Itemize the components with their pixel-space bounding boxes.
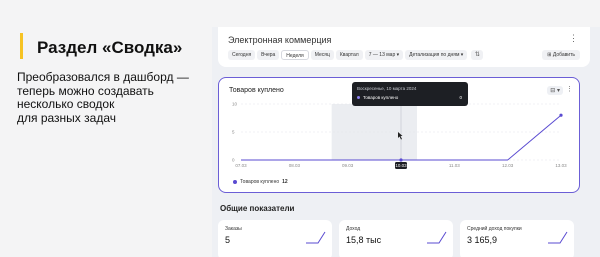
- period-week[interactable]: Неделя: [281, 50, 309, 60]
- period-today[interactable]: Сегодня: [228, 50, 256, 60]
- x-tick-label: 13.03: [555, 163, 567, 168]
- kpi-value: 3 165,9: [467, 235, 498, 245]
- dashboard-header-card: Электронная коммерция ⋮ Сегодня Вчера Не…: [218, 27, 590, 67]
- dashboard-title: Электронная коммерция: [228, 35, 332, 45]
- x-tick-label: 09.03: [342, 163, 354, 168]
- description-line: несколько сводок: [17, 97, 115, 112]
- chart-kebab-icon[interactable]: ⋮: [566, 85, 573, 93]
- chart-tooltip: Воскресенье, 10 марта 2024 Товаров купле…: [352, 82, 468, 106]
- filter-settings-icon[interactable]: ⇅: [471, 50, 484, 60]
- period-yesterday[interactable]: Вчера: [257, 50, 280, 60]
- add-button[interactable]: ⊞ Добавить: [542, 50, 580, 60]
- kpi-value: 5: [225, 235, 231, 245]
- tooltip-date: Воскресенье, 10 марта 2024: [357, 86, 417, 91]
- x-tick-label: 12.03: [502, 163, 514, 168]
- kebab-icon[interactable]: ⋮: [569, 33, 578, 44]
- dashboard-screenshot: Электронная коммерция ⋮ Сегодня Вчера Не…: [212, 27, 600, 257]
- slide-description: Преобразовался в дашборд — теперь можно …: [17, 70, 197, 125]
- y-tick-label: 10: [232, 102, 238, 107]
- kpi-card-avg-revenue[interactable]: Средний доход покупки 3 165,9: [460, 220, 574, 257]
- tooltip-value: 0: [459, 95, 462, 100]
- date-range-picker[interactable]: 7 — 13 мар ▾: [364, 50, 404, 60]
- period-toolbar: Сегодня Вчера Неделя Месяц Квартал 7 — 1…: [228, 50, 484, 60]
- x-tick-label: 11.03: [449, 163, 460, 168]
- line-chart: 0 5 10 07.03 08.03 09.03 10.03 11.03 12.03 13.03: [232, 98, 567, 169]
- data-point: [559, 113, 563, 117]
- chart-widget[interactable]: Товаров куплено ⊟ ▾ ⋮ 0 5 10 07.03 08.03 09.0…: [218, 77, 580, 193]
- period-quarter[interactable]: Квартал: [335, 50, 363, 60]
- y-tick-label: 5: [232, 130, 235, 135]
- slide-title: Раздел «Сводка»: [37, 38, 183, 57]
- summary-title: Общие показатели: [220, 204, 295, 213]
- data-point: [399, 158, 403, 162]
- legend-value: 12: [282, 179, 288, 185]
- legend-dot-icon: [233, 180, 237, 184]
- kpi-label: Заказы: [225, 226, 242, 232]
- sparkline-icon: [427, 231, 447, 244]
- description-line: Преобразовался в дашборд —: [17, 70, 189, 84]
- y-tick-label: 0: [232, 158, 235, 163]
- description-line: теперь можно создавать: [17, 83, 154, 98]
- detail-select[interactable]: Детализация по дням ▾: [405, 50, 468, 60]
- legend-label: Товаров куплено: [240, 179, 280, 185]
- accent-bar: [20, 33, 23, 59]
- kpi-label: Доход: [346, 226, 361, 232]
- kpi-card-orders[interactable]: Заказы 5: [218, 220, 332, 257]
- sparkline-icon: [548, 231, 568, 244]
- x-tick-label: 07.03: [235, 163, 247, 168]
- kpi-card-revenue[interactable]: Доход 15,8 тыс: [339, 220, 453, 257]
- kpi-value: 15,8 тыс: [346, 235, 382, 245]
- x-tick-label: 08.03: [289, 163, 301, 168]
- chart-legend: Товаров куплено 12: [233, 179, 288, 185]
- chart-title: Товаров куплено: [229, 87, 284, 94]
- tooltip-label: Товаров куплено: [363, 95, 399, 100]
- x-tick-label: 10.03: [395, 163, 407, 168]
- period-month[interactable]: Месяц: [310, 50, 334, 60]
- chart-type-toggle[interactable]: ⊟ ▾: [547, 86, 563, 95]
- date-range-value: 7 — 13 мар: [368, 52, 396, 58]
- tooltip-dot-icon: [357, 96, 360, 99]
- sparkline-icon: [306, 231, 326, 244]
- detail-value: Детализация по дням: [409, 52, 460, 58]
- kpi-label: Средний доход покупки: [467, 226, 522, 232]
- description-line: для разных задач: [17, 110, 116, 125]
- add-button-label: Добавить: [552, 52, 575, 58]
- tooltip-row: Товаров куплено: [357, 95, 398, 100]
